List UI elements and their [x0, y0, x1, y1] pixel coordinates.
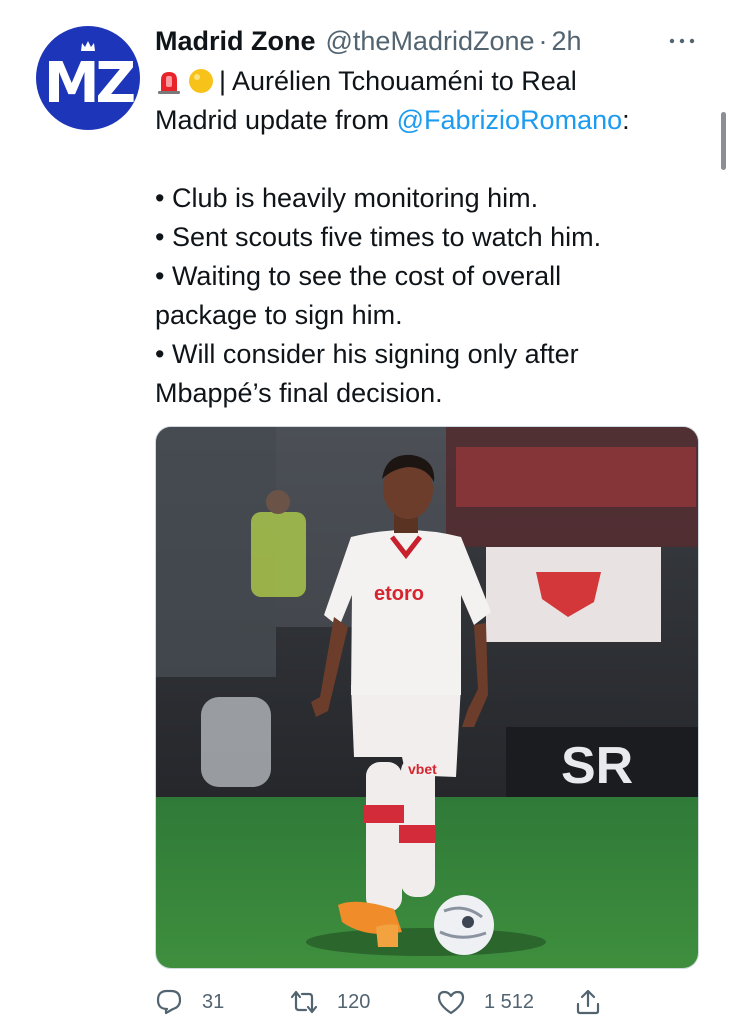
bullet-3: • Waiting to see the cost of overall: [155, 261, 562, 291]
share-icon: [576, 989, 600, 1015]
author-avatar[interactable]: MZ: [36, 26, 140, 130]
tweet-line-2-suffix: :: [622, 105, 630, 135]
tweet-line-2: Madrid update from @FabrizioRomano:: [155, 101, 711, 140]
tweet-line-1-text: | Aurélien Tchouaméni to Real: [219, 66, 577, 96]
reply-count: 31: [202, 990, 225, 1013]
author-handle[interactable]: @theMadridZone: [326, 26, 535, 57]
yellow-circle-emoji: [189, 69, 213, 93]
bullet-3-cont: package to sign him.: [155, 300, 403, 330]
tweet-photo[interactable]: SR etoro vbet: [155, 426, 699, 969]
author-name[interactable]: Madrid Zone: [155, 26, 316, 57]
tweet-header: Madrid Zone @theMadridZone · 2h: [155, 24, 582, 58]
reply-button[interactable]: 31: [154, 984, 224, 1020]
heart-icon: [437, 990, 465, 1015]
bullet-1: • Club is heavily monitoring him.: [155, 183, 539, 213]
jersey-sponsor-text: etoro: [374, 583, 424, 605]
retweet-button[interactable]: 120: [289, 984, 370, 1020]
like-count: 1 512: [484, 990, 535, 1013]
more-options-icon[interactable]: [668, 36, 696, 46]
shorts-sponsor-text: vbet: [408, 761, 437, 777]
bullet-2: • Sent scouts five times to watch him.: [155, 222, 602, 252]
reply-icon: [156, 989, 182, 1015]
like-button[interactable]: 1 512: [436, 984, 534, 1020]
ad-board-text: SR: [561, 737, 633, 795]
bullet-4-cont: Mbappé’s final decision.: [155, 378, 443, 408]
share-button[interactable]: [573, 984, 621, 1020]
tweet-line-1: | Aurélien Tchouaméni to Real: [155, 62, 711, 101]
retweet-count: 120: [337, 990, 371, 1013]
tweet-actions: 31 120 1 512: [0, 984, 735, 1020]
scrollbar[interactable]: [721, 112, 726, 170]
police-light-emoji: [158, 72, 180, 94]
player-photo: SR etoro vbet: [156, 427, 698, 968]
tweet-card[interactable]: MZ Madrid Zone @theMadridZone · 2h | Aur…: [0, 0, 735, 1024]
tweet-line-2-text: Madrid update from: [155, 105, 397, 135]
tweet-text: | Aurélien Tchouaméni to Real Madrid upd…: [155, 62, 711, 413]
bullet-4: • Will consider his signing only after: [155, 339, 579, 369]
mention-link[interactable]: @FabrizioRomano: [397, 105, 623, 135]
avatar-monogram: MZ: [43, 51, 136, 116]
retweet-icon: [290, 990, 318, 1014]
tweet-timestamp[interactable]: 2h: [552, 26, 582, 57]
header-separator: ·: [538, 25, 548, 56]
